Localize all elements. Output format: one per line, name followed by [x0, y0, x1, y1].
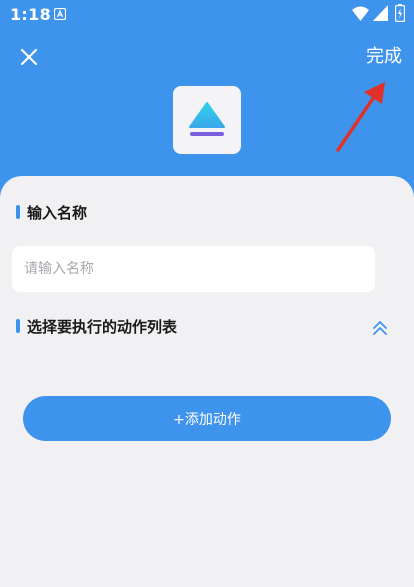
wifi-icon — [352, 6, 369, 21]
collapse-toggle-button[interactable] — [368, 316, 392, 340]
name-section-title: 输入名称 — [16, 202, 87, 222]
form-card: 输入名称 选择要执行的动作列表 +添加动作 — [0, 176, 414, 587]
notification-icon — [54, 8, 66, 20]
name-input[interactable] — [12, 246, 375, 292]
name-section-label: 输入名称 — [27, 203, 88, 222]
done-button[interactable]: 完成 — [366, 44, 402, 70]
app-icon[interactable] — [173, 86, 241, 154]
status-bar: 1:18 — [0, 0, 414, 30]
section-accent-bar — [16, 205, 20, 219]
eject-triangle-icon — [189, 102, 225, 136]
battery-icon — [395, 4, 405, 22]
actions-section-label: 选择要执行的动作列表 — [27, 317, 178, 336]
close-icon — [20, 48, 38, 66]
add-action-button[interactable]: +添加动作 — [23, 396, 391, 441]
annotation-arrow — [336, 82, 385, 152]
double-chevron-up-icon — [373, 321, 387, 335]
signal-icon — [373, 5, 388, 21]
actions-section-title: 选择要执行的动作列表 — [16, 316, 177, 336]
status-time: 1:18 — [10, 5, 51, 24]
section-accent-bar — [16, 319, 20, 333]
close-button[interactable] — [14, 42, 44, 72]
